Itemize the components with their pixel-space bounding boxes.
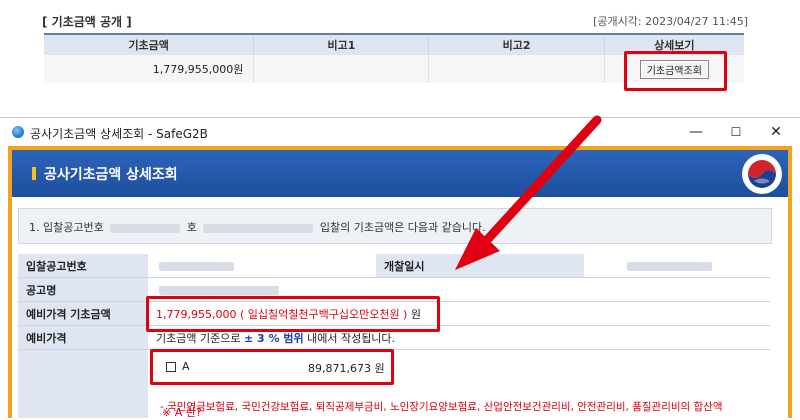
maximize-button[interactable]: ☐ <box>725 122 747 142</box>
notice-middle: 호 <box>186 221 197 234</box>
page-header: 공사기초금액 상세조회 <box>12 150 788 197</box>
note2-cell <box>428 55 605 83</box>
content-area: 공사기초금액 상세조회 1. 입찰공고번호 호 입찰의 기초금액은 다음과 같습… <box>12 150 788 419</box>
note1-cell <box>253 55 429 83</box>
page-title: 공사기초금액 상세조회 <box>44 167 178 183</box>
column-header: 기초금액 <box>44 33 254 55</box>
window-title: 공사기초금액 상세조회 - SafeG2B <box>30 127 208 141</box>
section-title: [ 기초금액 공개 ] <box>42 15 132 29</box>
highlight-box-choice <box>150 349 394 385</box>
open-date-value <box>584 254 770 278</box>
highlight-box-base-amount <box>146 296 440 332</box>
window-titlebar: 공사기초금액 상세조회 - SafeG2B — ☐ ✕ <box>0 118 800 146</box>
blurred-notice-number <box>110 223 181 233</box>
notice-box: 1. 입찰공고번호 호 입찰의 기초금액은 다음과 같습니다. <box>18 208 772 244</box>
highlight-box-button <box>624 51 727 91</box>
reserve-suffix: 내에서 작성됩니다. <box>307 331 396 345</box>
reserve-price-label-column <box>18 350 148 418</box>
header-accent-bar <box>32 167 36 180</box>
notice-number-value <box>148 254 376 278</box>
content-frame: 공사기초금액 상세조회 1. 입찰공고번호 호 입찰의 기초금액은 다음과 같습… <box>8 146 792 419</box>
popup-window: 공사기초금액 상세조회 - SafeG2B — ☐ ✕ 공사기초금액 상세조회 <box>0 117 800 419</box>
disclosure-time: [공개시각: 2023/04/27 11:45] <box>593 15 748 28</box>
close-button[interactable]: ✕ <box>765 122 787 142</box>
notice-name-label: 공고명 <box>18 277 148 302</box>
note-body: - 국민연금보험료, 국민건강보험료, 퇴직공제부금비, 노인장기요양보험료, … <box>160 401 723 413</box>
notice-suffix: 입찰의 기초금액은 다음과 같습니다. <box>319 221 486 234</box>
blurred-notice-name <box>203 223 314 233</box>
notice-prefix: 1. 입찰공고번호 <box>29 221 104 234</box>
table-row: 입찰공고번호 개찰일시 <box>18 254 770 278</box>
minimize-button[interactable]: — <box>685 122 707 142</box>
reserve-prefix: 기초금액 기준으로 <box>156 331 241 345</box>
reserve-price-detail-row: A 89,871,673 원 <box>18 350 770 418</box>
safeg2b-app-icon <box>12 126 24 138</box>
open-date-label: 개찰일시 <box>376 254 584 278</box>
reserve-price-label: 예비가격 <box>18 325 148 350</box>
base-amount-label: 예비가격 기초금액 <box>18 301 148 326</box>
notice-number-label: 입찰공고번호 <box>18 254 148 278</box>
amount-cell: 1,779,955,000원 <box>44 55 254 83</box>
reserve-range: ± 3 % 범위 <box>243 331 304 345</box>
column-header: 비고1 <box>253 33 429 55</box>
notice-text: 1. 입찰공고번호 호 입찰의 기초금액은 다음과 같습니다. <box>29 219 486 235</box>
government-emblem-icon <box>742 154 782 194</box>
column-header: 비고2 <box>428 33 605 55</box>
